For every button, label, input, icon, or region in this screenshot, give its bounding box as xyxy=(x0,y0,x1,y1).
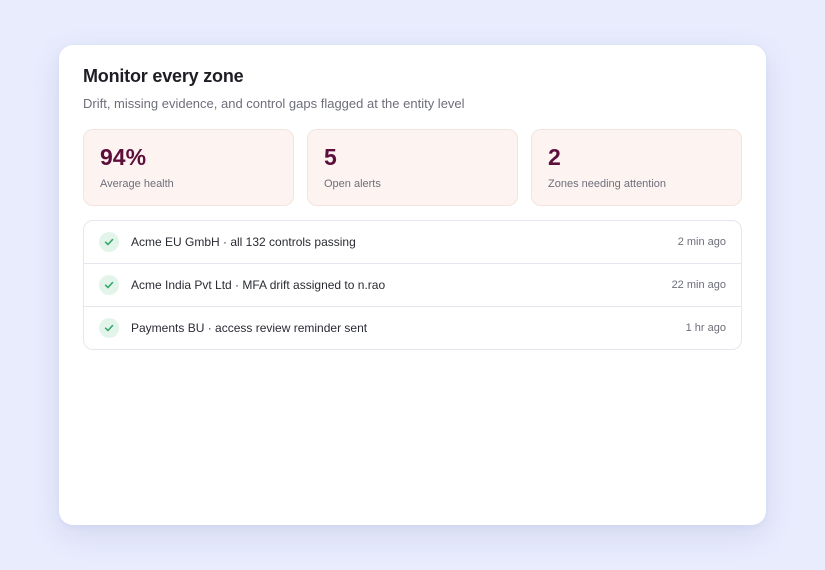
card-subtitle: Drift, missing evidence, and control gap… xyxy=(83,96,465,111)
activity-text: Acme EU GmbH · all 132 controls passing xyxy=(131,235,356,249)
stat-label: Zones needing attention xyxy=(548,178,667,190)
stat-label: Open alerts xyxy=(324,178,381,190)
list-item: Payments BU · access review reminder sen… xyxy=(84,307,741,349)
list-item: Acme India Pvt Ltd · MFA drift assigned … xyxy=(84,264,741,307)
activity-text: Acme India Pvt Ltd · MFA drift assigned … xyxy=(131,278,386,292)
stat-average-health: 94% Average health xyxy=(83,129,294,206)
activity-text: Payments BU · access review reminder sen… xyxy=(131,321,368,335)
monitor-card: Monitor every zone Drift, missing eviden… xyxy=(59,45,766,525)
stats-row: 94% Average health 5 Open alerts 2 Zones… xyxy=(83,129,742,206)
check-icon xyxy=(99,232,119,252)
list-item: Acme EU GmbH · all 132 controls passing … xyxy=(84,221,741,264)
activity-list: Acme EU GmbH · all 132 controls passing … xyxy=(83,220,742,350)
stat-open-alerts: 5 Open alerts xyxy=(307,129,518,206)
stat-label: Average health xyxy=(100,178,174,190)
card-title: Monitor every zone xyxy=(83,66,244,86)
activity-time: 22 min ago xyxy=(671,279,726,291)
activity-time: 2 min ago xyxy=(677,236,726,248)
check-icon xyxy=(99,318,119,338)
stat-value: 5 xyxy=(324,144,337,170)
check-icon xyxy=(99,275,119,295)
stat-value: 2 xyxy=(548,144,561,170)
activity-time: 1 hr ago xyxy=(685,322,726,334)
stat-zones-needing-attention: 2 Zones needing attention xyxy=(531,129,742,206)
stat-value: 94% xyxy=(100,144,147,170)
